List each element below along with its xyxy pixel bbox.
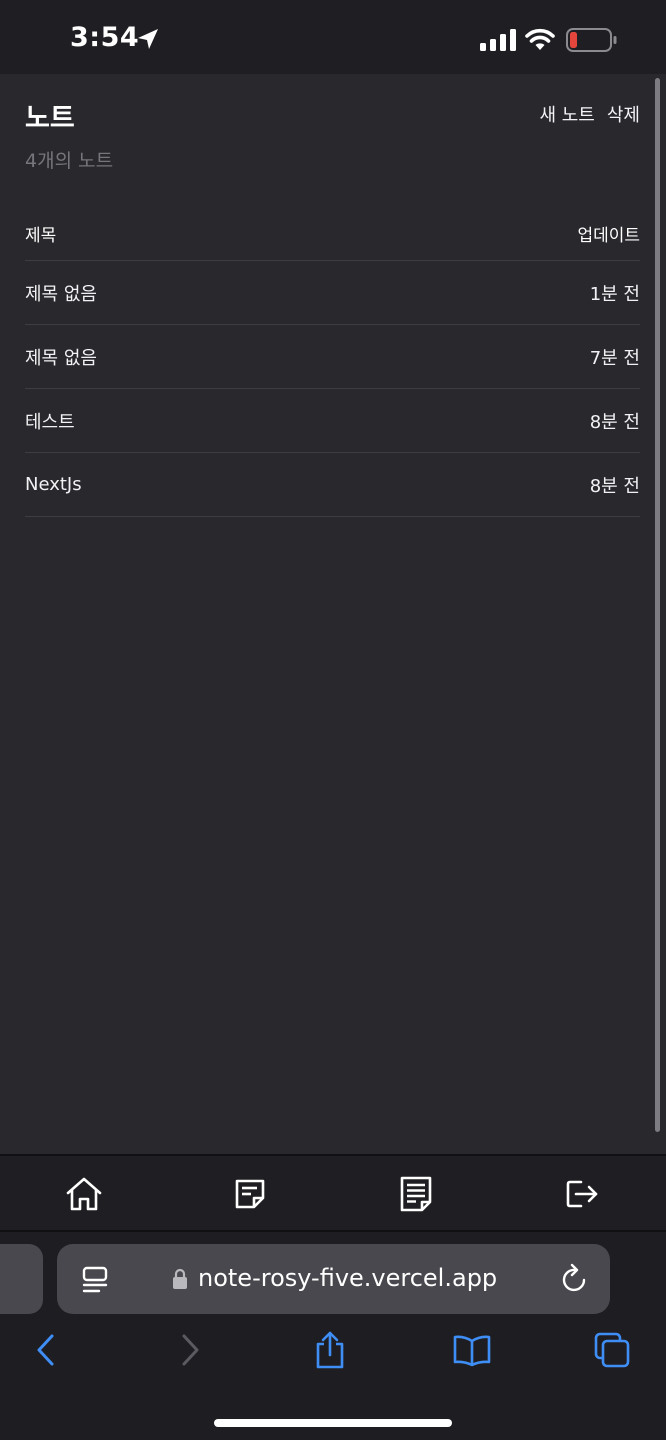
signal-icon [480,29,516,51]
note-title[interactable]: 제목 없음 [25,344,97,370]
table-row[interactable]: NextJs 8분 전 [25,453,640,517]
back-icon [37,1334,54,1366]
reader-mode-icon[interactable] [81,1265,111,1295]
note-button[interactable] [230,1174,270,1214]
note-title[interactable]: 테스트 [25,408,75,434]
notes-list-button[interactable] [396,1174,436,1214]
forward-button[interactable] [168,1328,212,1372]
delete-button[interactable]: 삭제 [607,101,640,127]
back-button[interactable] [24,1328,68,1372]
note-updated: 8분 전 [589,411,640,433]
table-row[interactable]: 제목 없음 7분 전 [25,325,640,389]
home-button[interactable] [64,1174,104,1214]
status-time: 3:54 [70,22,140,53]
app-bottom-nav [0,1154,666,1232]
forward-icon [182,1334,199,1366]
share-button[interactable] [308,1328,352,1372]
header-actions: 새 노트 삭제 [539,101,640,127]
reload-icon[interactable] [560,1263,590,1295]
table-header: 제목 업데이트 [25,202,640,261]
note-count: 4개의 노트 [25,150,114,172]
url-text[interactable]: note-rosy-five.vercel.app [198,1264,497,1292]
safari-chrome: note-rosy-five.vercel.app [0,1232,666,1440]
scrollbar[interactable] [655,78,660,1132]
column-updated-header[interactable]: 업데이트 [577,221,640,246]
column-title-header[interactable]: 제목 [25,221,56,246]
logout-button[interactable] [562,1174,602,1214]
note-title[interactable]: NextJs [25,474,82,495]
previous-tab-preview[interactable] [0,1244,43,1314]
table-row[interactable]: 테스트 8분 전 [25,389,640,453]
tabs-icon [594,1332,630,1368]
status-bar: 3:54 [0,0,666,74]
battery-low-icon [566,28,617,52]
notes-table: 제목 업데이트 제목 없음 1분 전 제목 없음 7분 전 테스트 8분 전 N… [25,202,640,517]
page-title: 노트 [25,103,75,134]
location-arrow-icon [138,29,158,49]
logout-icon [566,1180,598,1208]
note-updated: 8분 전 [589,475,640,497]
tabs-button[interactable] [590,1328,634,1372]
note-updated: 1분 전 [589,283,640,305]
table-row[interactable]: 제목 없음 1분 전 [25,261,640,325]
note-updated: 7분 전 [589,347,640,369]
home-indicator[interactable] [214,1419,452,1427]
bookmarks-button[interactable] [450,1328,494,1372]
note-icon [235,1179,265,1209]
wifi-icon [525,28,555,50]
address-bar[interactable]: note-rosy-five.vercel.app [57,1244,610,1314]
new-note-button[interactable]: 새 노트 [539,101,594,127]
bookmarks-icon [453,1335,491,1367]
note-title[interactable]: 제목 없음 [25,280,97,306]
notes-list-icon [400,1176,432,1212]
notes-page: 노트 4개의 노트 새 노트 삭제 제목 업데이트 제목 없음 1분 전 제목 … [0,74,666,1154]
share-icon [316,1331,344,1369]
home-icon [66,1177,102,1211]
lock-icon [173,1268,187,1289]
